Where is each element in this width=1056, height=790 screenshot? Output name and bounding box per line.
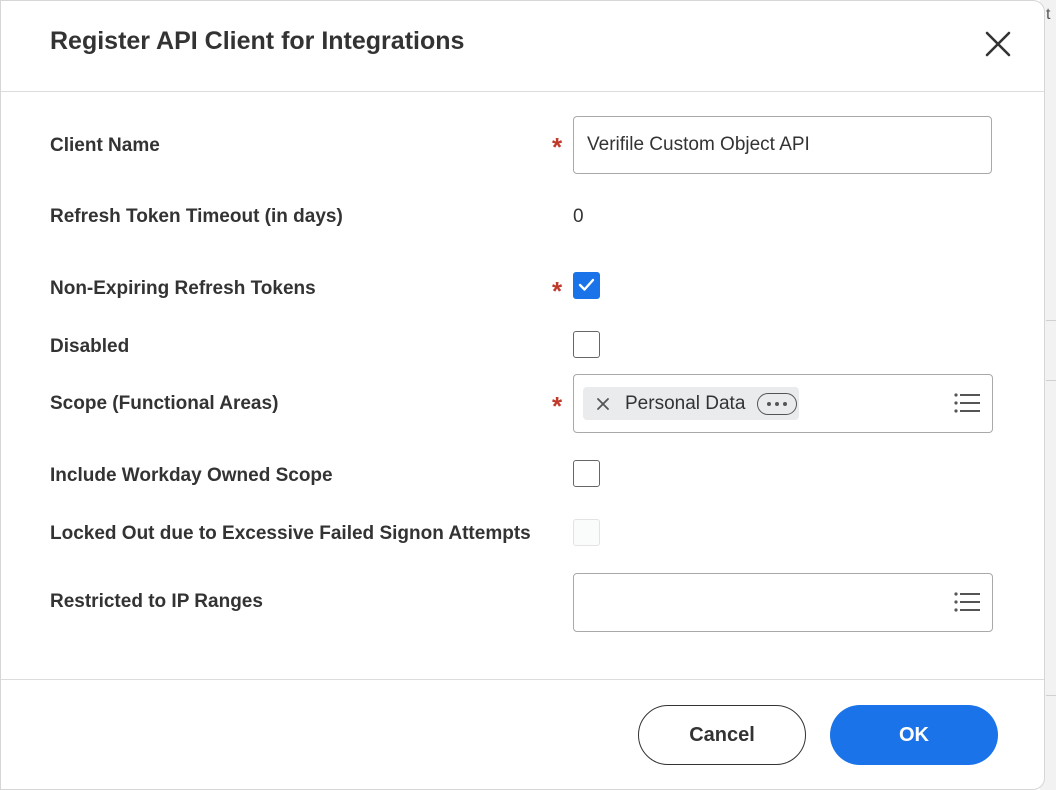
refresh-timeout-value: 0: [573, 206, 584, 227]
required-indicator: *: [552, 391, 563, 421]
scope-label: Scope (Functional Areas): [50, 393, 279, 414]
include-workday-label: Include Workday Owned Scope: [50, 465, 333, 486]
remove-x-icon[interactable]: [595, 396, 611, 412]
more-options-icon[interactable]: [757, 392, 798, 415]
list-icon[interactable]: [954, 591, 980, 613]
ip-ranges-input[interactable]: [573, 573, 993, 632]
ip-ranges-label: Restricted to IP Ranges: [50, 591, 263, 612]
required-indicator: *: [552, 276, 563, 306]
refresh-timeout-label: Refresh Token Timeout (in days): [50, 206, 343, 227]
close-button[interactable]: [979, 25, 1017, 63]
background-text: t: [1046, 6, 1051, 23]
dialog-title: Register API Client for Integrations: [50, 27, 465, 55]
scope-pill: Personal Data: [583, 387, 800, 420]
disabled-label: Disabled: [50, 336, 130, 357]
client-name-label: Client Name: [50, 135, 160, 156]
checkmark-icon: [578, 278, 595, 291]
cancel-button[interactable]: Cancel: [638, 705, 806, 765]
scope-pill-label: Personal Data: [625, 392, 746, 414]
close-icon: [985, 31, 1011, 57]
non-expiring-label: Non-Expiring Refresh Tokens: [50, 278, 316, 299]
footer-divider: [1, 679, 1044, 680]
locked-out-label: Locked Out due to Excessive Failed Signo…: [50, 523, 531, 544]
list-icon[interactable]: [954, 392, 980, 414]
background-divider: [1046, 695, 1056, 696]
dialog-header: Register API Client for Integrations: [1, 1, 1044, 92]
scope-input[interactable]: Personal Data: [573, 374, 993, 433]
client-name-input[interactable]: [573, 116, 992, 174]
background-divider: [1046, 380, 1056, 381]
locked-out-checkbox: [573, 519, 600, 546]
required-indicator: *: [552, 132, 563, 162]
background-divider: [1046, 320, 1056, 321]
include-workday-checkbox[interactable]: [573, 460, 600, 487]
disabled-checkbox[interactable]: [573, 331, 600, 358]
ok-button[interactable]: OK: [830, 705, 998, 765]
register-api-client-dialog: Register API Client for Integrations Cli…: [0, 0, 1045, 790]
non-expiring-checkbox[interactable]: [573, 272, 600, 299]
